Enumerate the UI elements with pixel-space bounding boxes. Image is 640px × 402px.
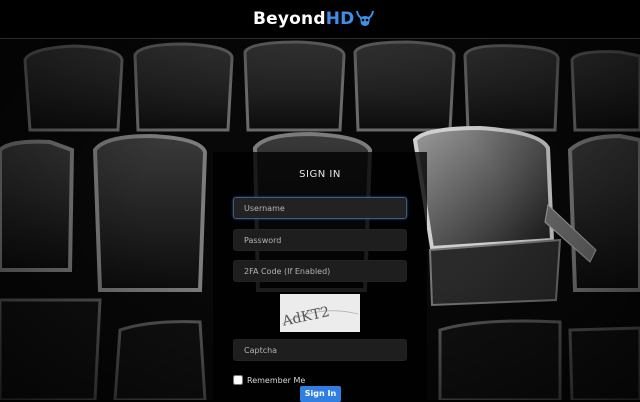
site-logo[interactable]: Beyond HD	[253, 8, 375, 30]
captcha-input[interactable]	[233, 339, 407, 361]
username-input[interactable]	[233, 197, 407, 219]
remember-me-row: Remember Me	[233, 375, 305, 385]
captcha-image: AdKT2	[280, 294, 360, 332]
remember-me-label: Remember Me	[247, 375, 306, 385]
sign-in-title: SIGN IN	[299, 169, 341, 180]
password-input[interactable]	[233, 229, 407, 251]
logo-text-main: Beyond	[253, 9, 326, 29]
remember-me-checkbox[interactable]	[233, 375, 243, 385]
twofa-input[interactable]	[233, 260, 407, 282]
horned-skull-icon	[356, 10, 375, 26]
logo-text-accent: HD	[325, 9, 355, 29]
site-header: Beyond HD	[0, 0, 640, 39]
